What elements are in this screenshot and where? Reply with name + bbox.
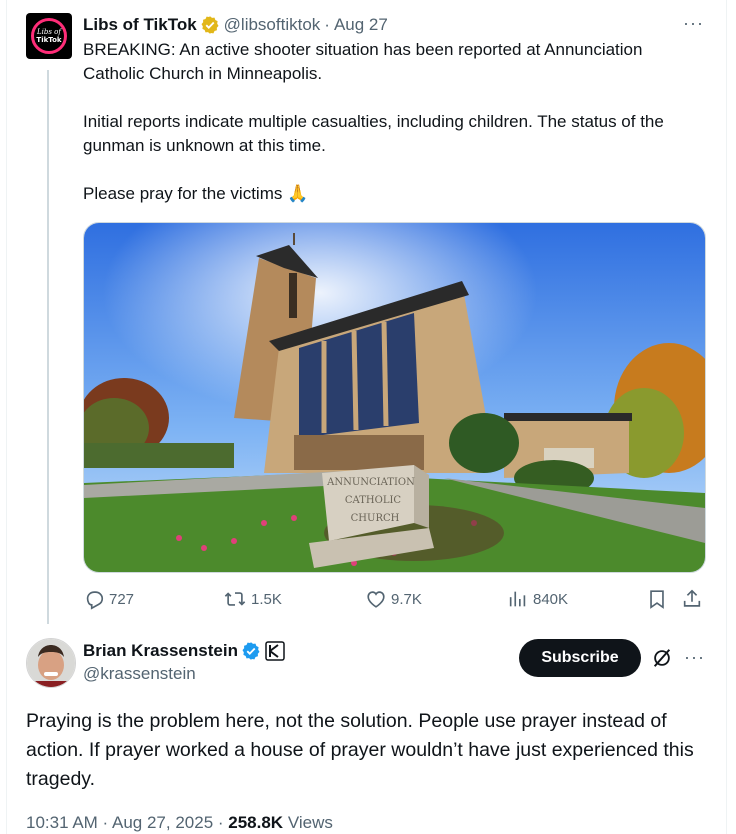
church-sign-line-3: CHURCH (351, 513, 400, 524)
tweet-header: Libs of TikTok @libsoftiktok · Aug 27 (83, 13, 388, 37)
tweet-paragraph: BREAKING: An active shooter situation ha… (83, 40, 643, 83)
reply-date[interactable]: Aug 27, 2025 (112, 813, 213, 832)
bookmark-icon (650, 590, 664, 609)
grok-icon[interactable] (651, 647, 673, 669)
repost-icon (224, 592, 246, 606)
avatar-logo-text-1: Libs of (37, 28, 61, 36)
repost-count: 1.5K (251, 590, 282, 608)
bookmark-button[interactable] (646, 585, 672, 613)
tweet-paragraph: Initial reports indicate multiple casual… (83, 112, 664, 155)
views-chart-icon (509, 591, 526, 607)
author-handle[interactable]: @libsoftiktok (224, 15, 321, 35)
reply-author-name[interactable]: Brian Krassenstein (83, 641, 238, 661)
meta-dot: · (324, 15, 330, 34)
reply-count: 727 (109, 590, 135, 608)
church-sign-line-2: CATHOLIC (345, 495, 402, 506)
meta-separator: · (97, 813, 112, 832)
libs-of-tiktok-avatar[interactable]: Libs of TikTok (26, 13, 72, 59)
reply-icon (86, 591, 104, 610)
reply-author-handle[interactable]: @krassenstein (83, 664, 196, 684)
tweet-photo[interactable]: ANNUNCIATION CATHOLIC CHURCH (83, 222, 706, 573)
reply-body: Praying is the problem here, not the sol… (26, 710, 694, 790)
like-button[interactable]: 9.7K (365, 585, 422, 613)
tweet-body: BREAKING: An active shooter situation ha… (83, 38, 708, 206)
views-button[interactable]: 840K (507, 585, 568, 613)
verified-blue-badge-icon (242, 642, 260, 660)
avatar-photo (27, 639, 75, 687)
avatar-logo-text-2: TikTok (36, 36, 62, 44)
like-count: 9.7K (391, 590, 422, 608)
author-name[interactable]: Libs of TikTok (83, 15, 197, 35)
reply-more-options-icon[interactable]: ··· (684, 647, 705, 668)
subscribe-button[interactable]: Subscribe (519, 639, 641, 677)
more-options-icon[interactable]: ··· (683, 13, 704, 34)
meta-separator: · (213, 813, 229, 832)
reply-views-count: 258.8K (228, 813, 284, 832)
affiliate-badge-icon[interactable] (265, 641, 285, 661)
tweet-paragraph: Please pray for the victims 🙏 (83, 184, 309, 203)
reply-views-label: Views (287, 813, 333, 832)
views-count: 840K (533, 590, 569, 608)
reply-author-row: Brian Krassenstein (83, 638, 285, 664)
tweet-action-bar: 727 1.5K 9.7K 840K (83, 585, 708, 613)
thread-connector-line (47, 70, 49, 624)
reply-button[interactable]: 727 (83, 585, 134, 613)
heart-icon (367, 591, 385, 608)
church-photo-illustration: ANNUNCIATION CATHOLIC CHURCH (84, 223, 705, 572)
reply-time[interactable]: 10:31 AM (26, 813, 98, 832)
reply-meta: 10:31 AM · Aug 27, 2025 · 258.8K Views (26, 813, 333, 833)
share-icon (683, 589, 701, 607)
brian-krassenstein-avatar[interactable] (26, 638, 76, 688)
share-button[interactable] (681, 585, 707, 613)
church-sign-line-1: ANNUNCIATION (326, 477, 415, 488)
repost-button[interactable]: 1.5K (223, 585, 282, 613)
verified-gold-badge-icon (201, 16, 219, 34)
tweet-date[interactable]: Aug 27 (334, 15, 388, 35)
avatar-logo: Libs of TikTok (31, 18, 67, 54)
